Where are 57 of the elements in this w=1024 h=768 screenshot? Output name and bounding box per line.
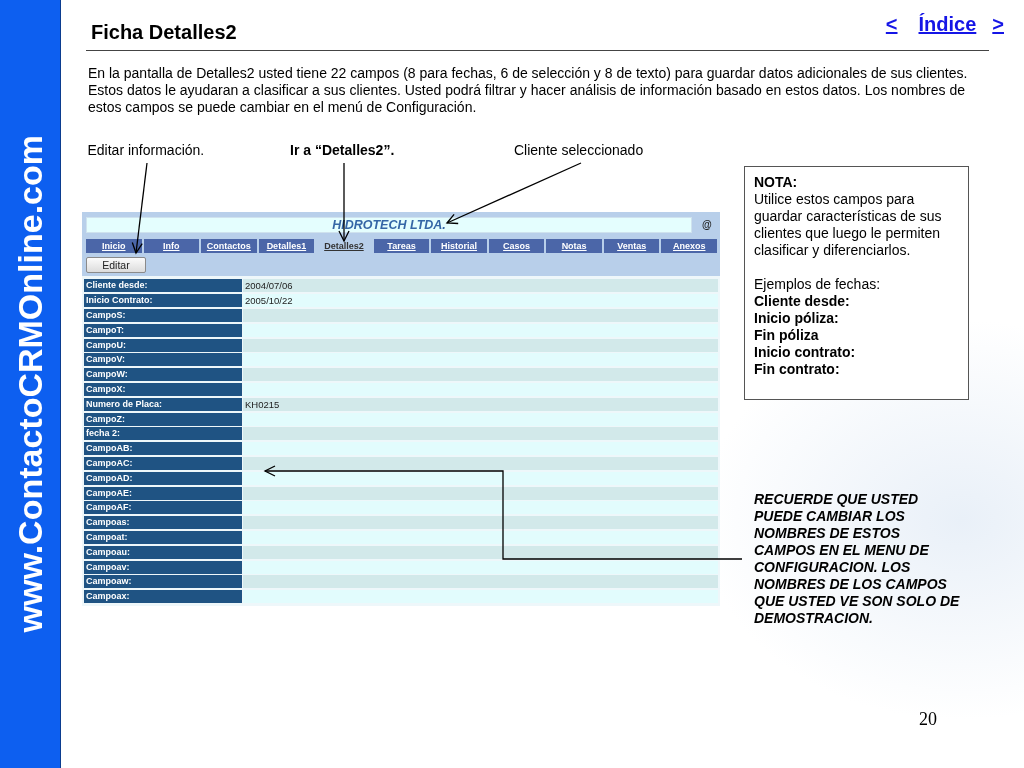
tab[interactable]: Tareas bbox=[373, 239, 430, 254]
tab[interactable]: Anexos bbox=[661, 239, 717, 254]
tab[interactable]: Historial bbox=[431, 239, 487, 254]
field-label: Campoax: bbox=[84, 590, 242, 604]
edit-button[interactable]: Editar bbox=[86, 257, 146, 274]
tab[interactable]: Inicio bbox=[86, 239, 142, 254]
nav-link[interactable]: < bbox=[885, 12, 898, 36]
field-label: CampoW: bbox=[84, 368, 242, 382]
field-label: CampoZ: bbox=[84, 412, 242, 426]
field-value: KH0215 bbox=[243, 397, 718, 411]
nav-link[interactable]: Índice bbox=[918, 12, 977, 36]
tab[interactable]: Info bbox=[143, 239, 200, 254]
field-label: Campoas: bbox=[84, 516, 242, 530]
field-label: CampoS: bbox=[84, 309, 242, 322]
field-label: Campoat: bbox=[84, 530, 242, 544]
field-label: CampoAC: bbox=[84, 456, 242, 470]
field-label: Campoau: bbox=[84, 545, 242, 559]
field-label: Campoav: bbox=[84, 560, 242, 574]
tab[interactable]: Detalles2 bbox=[316, 239, 372, 254]
field-label: CampoAB: bbox=[84, 442, 242, 456]
field-label: Campoaw: bbox=[84, 575, 242, 589]
field-label: CampoX: bbox=[84, 382, 242, 396]
tab[interactable]: Ventas bbox=[603, 239, 660, 254]
intro-paragraph: En la pantalla de Detalles2 usted tiene 22 campos (8 para fechas, 6 de selección y 8 de texto) para guardar datos adicionales de sus clientes. Estos datos le ayudaran a clasificar a sus clientes. Usted podrá filtrar y hacer análisis de información basado en estos datos. Los nombres de estos campos se puede cambiar en el menú de Configuración. bbox=[88, 65, 969, 117]
field-label: fecha 2: bbox=[84, 427, 242, 441]
field-label: CampoV: bbox=[84, 353, 242, 367]
note-heading: NOTA: bbox=[754, 174, 799, 192]
field-value: 2005/10/22 bbox=[243, 294, 718, 308]
note-text: Utilice estos campos para guardar características de sus clientes que luego le permiten clasificar y diferenciarlos. bbox=[754, 191, 943, 260]
field-label: CampoAE: bbox=[84, 486, 242, 500]
callout-label: Editar información. bbox=[87, 142, 205, 159]
example-item: Inicio póliza: bbox=[754, 310, 840, 328]
field-label: Numero de Placa: bbox=[84, 397, 242, 411]
examples-heading: Ejemplos de fechas: bbox=[754, 276, 882, 294]
example-item: Cliente desde: bbox=[754, 293, 851, 311]
callout-label: Cliente seleccionado bbox=[514, 142, 644, 159]
tab[interactable]: Casos bbox=[488, 239, 545, 254]
nav-link[interactable]: > bbox=[992, 12, 1004, 36]
at-sign-link[interactable]: @ bbox=[702, 219, 712, 232]
example-item: Fin póliza bbox=[754, 327, 820, 345]
tab[interactable]: Contactos bbox=[201, 239, 257, 254]
slide-title: Ficha Detalles2 bbox=[91, 21, 237, 45]
reminder-text: RECUERDE QUE USTED PUEDE CAMBIAR LOS NOMBRES DE ESTOS CAMPOS EN EL MENU DE CONFIGURACION. LOS NOMBRES DE LOS CAMPOS QUE USTED VE SON SOLO DE DEMOSTRACION. bbox=[754, 491, 961, 628]
field-label: CampoAF: bbox=[84, 501, 242, 515]
example-item: Inicio contrato: bbox=[754, 344, 857, 362]
field-label: CampoAD: bbox=[84, 471, 242, 485]
tab[interactable]: Detalles1 bbox=[258, 239, 315, 254]
field-value: 2004/07/06 bbox=[243, 279, 718, 293]
tab[interactable]: Notas bbox=[546, 239, 602, 254]
callout-label: Ir a “Detalles2”. bbox=[290, 142, 395, 159]
example-item: Fin contrato: bbox=[754, 361, 841, 379]
field-label: CampoU: bbox=[84, 338, 242, 352]
field-label: Inicio Contrato: bbox=[84, 294, 242, 308]
field-label: CampoT: bbox=[84, 323, 242, 337]
website-url: www.ContactoCRMOnline.com bbox=[13, 135, 47, 633]
field-label: Cliente desde: bbox=[84, 279, 242, 293]
page-number: 20 bbox=[919, 709, 937, 730]
